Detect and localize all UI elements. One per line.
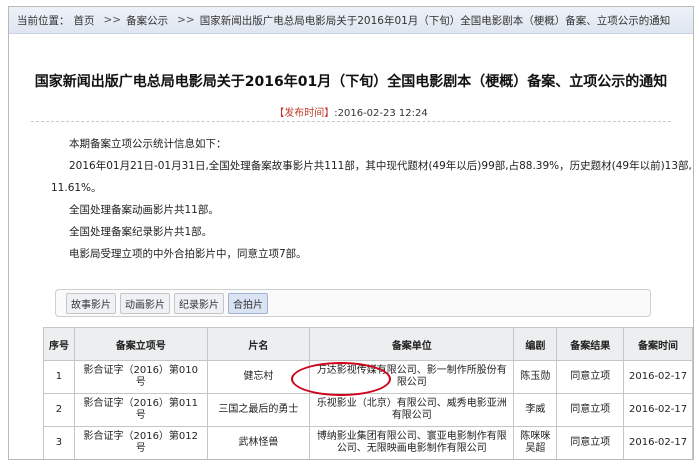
header-result: 备案结果	[556, 327, 625, 361]
cell-writer: 陈玉勋	[513, 360, 558, 394]
breadcrumb-home-link[interactable]: 首页	[74, 13, 95, 28]
cell-no: 2	[43, 393, 75, 427]
cell-result: 同意立项	[556, 426, 625, 459]
cell-code: 影合证字（2016）第011号	[73, 393, 208, 427]
article-title: 国家新闻出版广电总局电影局关于2016年01月（下旬）全国电影剧本（梗概）备案、…	[34, 74, 668, 90]
breadcrumb-separator: >>	[103, 14, 122, 26]
header-title: 片名	[206, 327, 311, 361]
table-header-row: 序号 备案立项号 片名 备案单位 编剧 备案结果 备案时间	[43, 327, 693, 361]
cell-title: 武林怪兽	[206, 426, 311, 459]
category-tabs: 故事影片 动画影片 纪录影片 合拍片	[55, 289, 651, 317]
cell-no: 3	[43, 426, 75, 459]
breadcrumb-section-link[interactable]: 备案公示	[126, 13, 168, 28]
header-writer: 编剧	[513, 327, 558, 361]
breadcrumb-separator: >>	[177, 14, 195, 26]
intro-text: 本期备案立项公示统计信息如下：	[69, 138, 227, 150]
filing-table: 序号 备案立项号 片名 备案单位 编剧 备案结果 备案时间 1 影合证字（201…	[43, 327, 693, 459]
publish-time: 【发布时间】:2016-02-23 12:24	[9, 104, 693, 119]
breadcrumb-label: 当前位置：	[17, 14, 70, 27]
header-date: 备案时间	[623, 327, 693, 361]
documentary-count-text: 全国处理备案纪录影片共1部。	[69, 226, 213, 238]
cell-result: 同意立项	[556, 360, 625, 394]
header-no: 序号	[43, 327, 75, 361]
publish-time-label: 【发布时间】	[274, 108, 335, 119]
coproduction-count-text: 电影局受理立项的中外合拍影片中，同意立项7部。	[69, 248, 307, 260]
highlight-annotation-circle	[291, 362, 391, 396]
cell-result: 同意立项	[556, 393, 625, 427]
cell-code: 影合证字（2016）第012号	[73, 426, 208, 459]
stats-line-1: 2016年01月21日-01月31日,全国处理备案故事影片共111部，其中现代题…	[69, 160, 694, 172]
cell-title: 三国之最后的勇士	[206, 393, 311, 427]
tab-coproduction-films[interactable]: 合拍片	[228, 292, 268, 314]
cell-code: 影合证字（2016）第010号	[73, 360, 208, 394]
header-code: 备案立项号	[73, 327, 208, 361]
animation-count-text: 全国处理备案动画影片共11部。	[69, 204, 219, 216]
tab-documentary-films[interactable]: 纪录影片	[174, 292, 224, 314]
breadcrumb-current: 国家新闻出版广电总局电影局关于2016年01月（下旬）全国电影剧本（梗概）备案、…	[199, 14, 671, 27]
table-row: 3 影合证字（2016）第012号 武林怪兽 博纳影业集团有限公司、寰亚电影制作…	[43, 426, 693, 459]
tab-animation-films[interactable]: 动画影片	[120, 292, 170, 314]
tab-feature-films[interactable]: 故事影片	[66, 292, 116, 314]
breadcrumb: 当前位置： 首页 >> 备案公示 >> 国家新闻出版广电总局电影局关于2016年…	[9, 7, 693, 34]
header-unit: 备案单位	[309, 327, 515, 361]
table-row: 2 影合证字（2016）第011号 三国之最后的勇士 乐视影业（北京）有限公司、…	[43, 393, 693, 427]
cell-date: 2016-02-17	[623, 360, 693, 394]
stats-line-2: 11.61%。	[51, 182, 102, 194]
cell-unit: 乐视影业（北京）有限公司、威秀电影亚洲有限公司	[309, 393, 515, 427]
cell-no: 1	[43, 360, 75, 394]
page-frame: 当前位置： 首页 >> 备案公示 >> 国家新闻出版广电总局电影局关于2016年…	[8, 6, 694, 460]
cell-writer: 陈咪咪 吴超	[513, 426, 558, 459]
cell-writer: 李威	[513, 393, 558, 427]
cell-unit: 博纳影业集团有限公司、寰亚电影制作有限公司、无限映画电影制作有限公司	[309, 426, 515, 459]
cell-date: 2016-02-17	[623, 426, 693, 459]
cell-date: 2016-02-17	[623, 393, 693, 427]
title-divider	[31, 121, 671, 122]
publish-time-value: :2016-02-23 12:24	[334, 108, 428, 119]
